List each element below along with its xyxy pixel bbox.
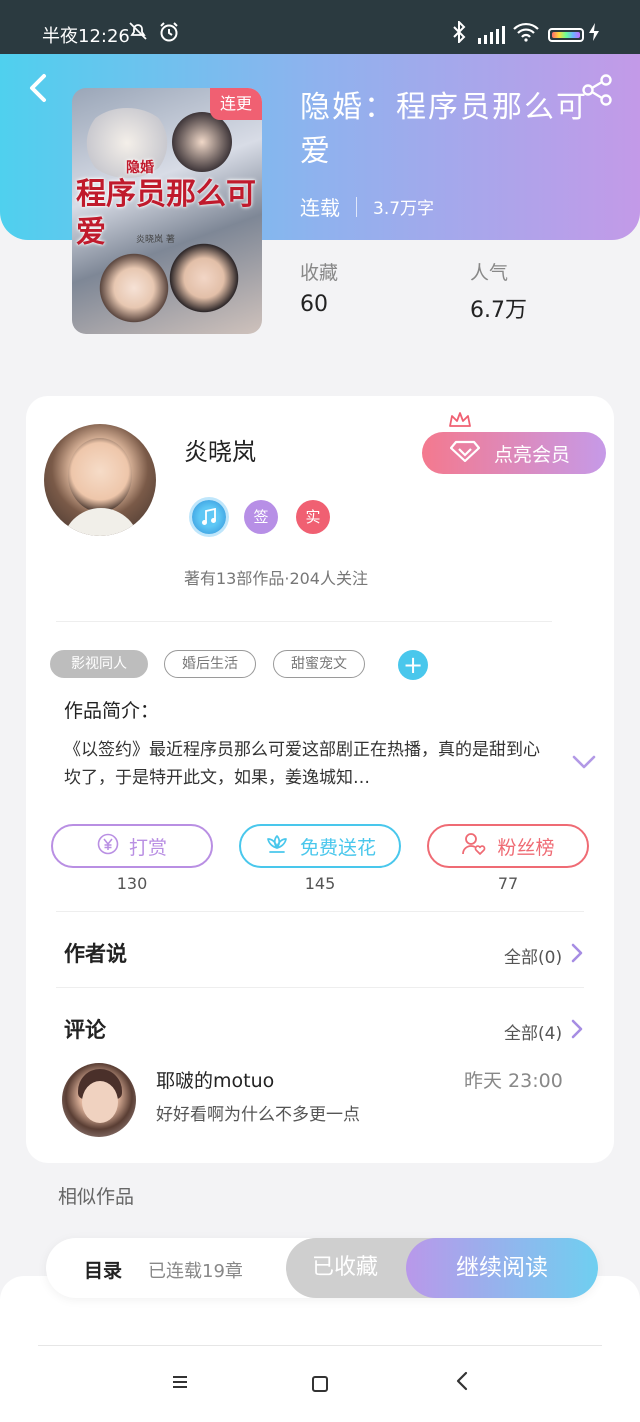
tag-item[interactable]: 甜蜜宠文 [273, 650, 365, 678]
commenter-avatar[interactable] [62, 1063, 136, 1137]
comments-all-label: 全部(4) [504, 1024, 563, 1044]
divider [56, 911, 584, 912]
mute-icon [128, 21, 148, 46]
status-bar: 半夜12:26 [0, 0, 640, 54]
tip-count: 130 [116, 874, 148, 893]
battery-icon [548, 28, 584, 42]
book-status: 连载 [300, 196, 340, 220]
signed-badge[interactable]: 签 [244, 500, 278, 534]
add-tag-button[interactable]: + [398, 650, 428, 680]
charging-icon [588, 22, 600, 47]
alarm-icon [158, 21, 180, 48]
flower-icon [264, 832, 290, 861]
divider [38, 1345, 602, 1346]
chapter-count[interactable]: 已连载19章 [148, 1257, 243, 1283]
author-says-title: 作者说 [64, 942, 127, 966]
author-says-all-label: 全部(0) [504, 948, 563, 968]
book-cover[interactable]: 连更 隐婚 程序员那么可爱 炎晓岚 著 [72, 88, 262, 334]
verified-badge[interactable]: 实 [296, 500, 330, 534]
chevron-right-icon [570, 942, 584, 969]
vip-button-label: 点亮会员 [494, 443, 571, 466]
book-title: 隐婚：程序员那么可爱 [300, 90, 588, 169]
stat-favorites-label: 收藏 [300, 262, 339, 284]
stat-popularity-label: 人气 [470, 262, 509, 284]
stat-favorites-value: 60 [300, 292, 328, 317]
fans-ranking-label: 粉丝榜 [497, 836, 555, 859]
author-name[interactable]: 炎晓岚 [184, 432, 256, 467]
toc-button[interactable]: 目录 [84, 1256, 122, 1283]
comment-username[interactable]: 耶啵的motuo [156, 1066, 274, 1093]
fans-count: 77 [497, 874, 519, 893]
back-button[interactable] [24, 68, 54, 108]
cover-author-art: 炎晓岚 著 [136, 235, 175, 245]
comments-all-link[interactable]: 全部(4) [504, 1018, 584, 1045]
diamond-icon [449, 440, 481, 467]
comment-time: 昨天 23:00 [464, 1070, 563, 1092]
wifi-icon [512, 22, 540, 47]
author-says-all-link[interactable]: 全部(0) [504, 942, 584, 969]
book-word-count: 3.7万字 [373, 199, 435, 219]
comments-title: 评论 [64, 1018, 106, 1042]
book-meta: 连载 3.7万字 [300, 192, 434, 221]
comment-text: 好好看啊为什么不多更一点 [156, 1105, 360, 1125]
status-time: 半夜12:26 [42, 26, 130, 47]
tip-button[interactable]: 打赏 [51, 824, 213, 868]
similar-works-title: 相似作品 [58, 1186, 135, 1208]
author-stats: 著有13部作品·204人关注 [184, 569, 368, 588]
menu-icon[interactable] [170, 1372, 190, 1392]
yen-icon [97, 833, 119, 860]
stat-popularity-value: 6.7万 [470, 298, 527, 323]
send-flower-label: 免费送花 [299, 836, 376, 859]
tag-item[interactable]: 婚后生活 [164, 650, 256, 678]
divider [56, 987, 584, 988]
intro-text: 《以签约》最近程序员那么可爱这部剧正在热播，真的是甜到心坎了，于是特开此文，如果… [64, 740, 540, 788]
nav-back-icon[interactable] [454, 1370, 470, 1397]
chevron-down-icon[interactable] [570, 752, 598, 772]
music-badge-icon[interactable] [192, 500, 226, 534]
fans-ranking-button[interactable]: 粉丝榜 [427, 824, 589, 868]
signal-icon [478, 26, 505, 44]
tag-item[interactable]: 影视同人 [50, 650, 148, 678]
divider [56, 621, 552, 622]
author-avatar[interactable] [44, 424, 156, 536]
vip-button[interactable]: 点亮会员 [422, 432, 606, 474]
send-flower-button[interactable]: 免费送花 [239, 824, 401, 868]
tip-button-label: 打赏 [128, 836, 167, 859]
chevron-right-icon [570, 1018, 584, 1045]
intro-label: 作品简介： [64, 700, 160, 722]
home-icon[interactable] [312, 1376, 328, 1392]
cover-badge: 连更 [210, 88, 262, 120]
flower-count: 145 [304, 874, 336, 893]
bluetooth-icon [452, 19, 466, 48]
continue-reading-button[interactable]: 继续阅读 [406, 1238, 598, 1298]
fans-icon [461, 832, 487, 861]
